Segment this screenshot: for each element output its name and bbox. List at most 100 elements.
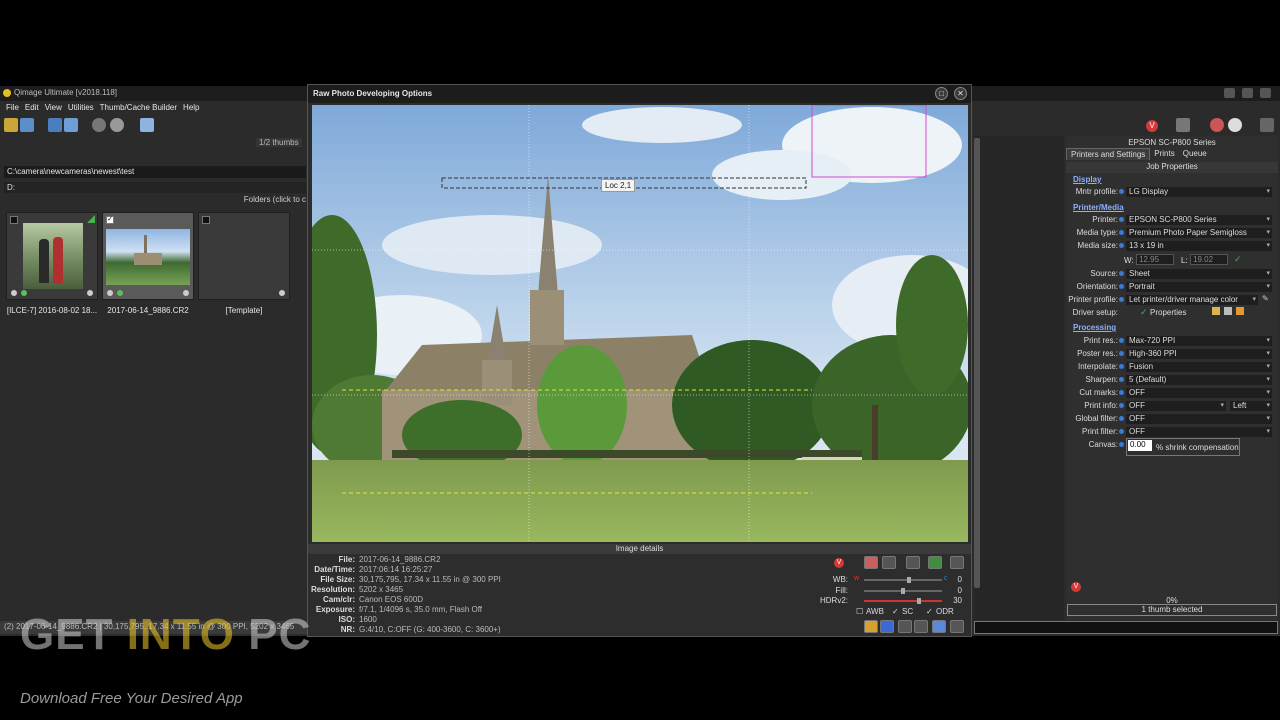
menu-edit[interactable]: Edit xyxy=(19,101,39,115)
iso-label: ISO: xyxy=(338,615,355,624)
options-gear-icon[interactable] xyxy=(914,620,928,633)
clock-icon[interactable] xyxy=(1228,118,1242,132)
auto-icon[interactable] xyxy=(906,556,920,569)
close-window-icon[interactable] xyxy=(1260,88,1271,98)
media-type-select[interactable]: Premium Photo Paper Semigloss xyxy=(1126,228,1272,238)
source-select[interactable]: Sheet xyxy=(1126,269,1272,279)
raw-photo-preview[interactable]: Loc 2,1 xyxy=(312,105,968,542)
printer-profile-select[interactable]: Let printer/driver manage color xyxy=(1126,295,1258,305)
bulb-icon[interactable] xyxy=(1212,307,1220,315)
thumbnail-item-selected[interactable]: ✓ xyxy=(102,212,194,300)
help-icon[interactable] xyxy=(880,620,894,633)
transfer-icon[interactable] xyxy=(64,118,78,132)
thumb-checkbox-checked[interactable]: ✓ xyxy=(106,216,114,224)
poster-res-select[interactable]: High-360 PPI xyxy=(1126,349,1272,359)
drive-selector[interactable]: D: xyxy=(4,182,306,193)
mntr-profile-select[interactable]: LG Display xyxy=(1126,187,1272,197)
flame-icon[interactable] xyxy=(1210,118,1224,132)
restore-icon[interactable]: □ xyxy=(935,87,948,100)
v-badge-icon[interactable]: V xyxy=(834,558,844,568)
odr-label: ODR xyxy=(936,607,954,616)
orientation-select[interactable]: Portrait xyxy=(1126,282,1272,292)
hdrv2-slider-knob[interactable] xyxy=(917,598,922,604)
tab-queue[interactable]: Queue xyxy=(1179,148,1211,160)
thumb-checkbox[interactable] xyxy=(10,216,18,224)
menu-thumb-cache-builder[interactable]: Thumb/Cache Builder xyxy=(94,101,177,115)
options-icon[interactable] xyxy=(183,290,189,296)
eyedropper-icon[interactable] xyxy=(882,556,896,569)
copy-icon[interactable] xyxy=(950,556,964,569)
option-dot-icon xyxy=(1119,230,1124,235)
pointer-tool-icon[interactable] xyxy=(864,556,878,569)
cut-marks-select[interactable]: OFF xyxy=(1126,388,1272,398)
zoom-icon[interactable] xyxy=(932,620,946,633)
hand-icon[interactable] xyxy=(864,620,878,633)
global-filter-label: Global filter: xyxy=(1075,414,1118,423)
v-badge-icon[interactable]: V xyxy=(1071,582,1081,592)
options-icon[interactable] xyxy=(279,290,285,296)
awb-checkbox-icon[interactable]: ☐ xyxy=(856,607,863,616)
tab-printers-and-settings[interactable]: Printers and Settings xyxy=(1066,148,1151,160)
option-dot-icon xyxy=(1119,189,1124,194)
interpolate-select[interactable]: Fusion xyxy=(1126,362,1272,372)
wrench-icon[interactable]: ✎ xyxy=(1262,294,1272,304)
printer-select[interactable]: EPSON SC-P800 Series xyxy=(1126,215,1272,225)
printer-icon[interactable] xyxy=(1176,118,1190,132)
print-info-position-select[interactable]: Left xyxy=(1230,401,1272,411)
save-settings-icon[interactable] xyxy=(1224,307,1232,315)
folder-path-field[interactable]: C:\camera\newcameras\newest\test xyxy=(4,166,306,178)
image-details-panel: File: 2017-06-14_9886.CR2 Date/Time: 201… xyxy=(308,555,608,635)
open-folder-icon[interactable] xyxy=(4,118,18,132)
cut-marks-label: Cut marks: xyxy=(1079,388,1118,397)
option-dot-icon xyxy=(1119,338,1124,343)
global-filter-select[interactable]: OFF xyxy=(1126,414,1272,424)
print-res-select[interactable]: Max-720 PPI xyxy=(1126,336,1272,346)
menu-help[interactable]: Help xyxy=(177,101,199,115)
v-badge-icon[interactable]: V xyxy=(1146,120,1158,132)
options-icon[interactable] xyxy=(87,290,93,296)
width-input[interactable]: 12.95 xyxy=(1136,254,1174,265)
undo-icon[interactable] xyxy=(1236,307,1244,315)
print-filter-select[interactable]: OFF xyxy=(1126,427,1272,437)
sc-checkbox-icon[interactable]: ✓ xyxy=(892,607,899,616)
menu-view[interactable]: View xyxy=(39,101,62,115)
histogram-icon[interactable] xyxy=(928,556,942,569)
tab-prints[interactable]: Prints xyxy=(1150,148,1178,160)
cancel-icon[interactable] xyxy=(950,620,964,633)
thumbnail-item[interactable] xyxy=(6,212,98,300)
print-info-select[interactable]: OFF xyxy=(1126,401,1226,411)
menu-file[interactable]: File xyxy=(0,101,19,115)
properties-button[interactable]: Properties xyxy=(1150,308,1186,317)
watermark-logo: GET INTO PC xyxy=(20,610,311,660)
thumbnail-item-template[interactable] xyxy=(198,212,290,300)
settings-icon[interactable] xyxy=(898,620,912,633)
sharpen-select[interactable]: 5 (Default) xyxy=(1126,375,1272,385)
exit-icon[interactable] xyxy=(1260,118,1274,132)
hdrv2-slider[interactable] xyxy=(864,598,942,604)
thumbnail-label: [ILCE-7] 2016-08-02 18... xyxy=(6,306,98,315)
media-size-select[interactable]: 13 x 19 in xyxy=(1126,241,1272,251)
scrollbar[interactable] xyxy=(974,138,980,588)
check-icon[interactable]: ✓ xyxy=(1234,254,1242,265)
rotate-icon[interactable] xyxy=(92,118,106,132)
thumb-checkbox[interactable] xyxy=(202,216,210,224)
signal-icon xyxy=(87,215,95,223)
close-icon[interactable]: ✕ xyxy=(954,87,967,100)
camera-icon[interactable] xyxy=(48,118,62,132)
fill-slider-knob[interactable] xyxy=(901,588,905,594)
menu-utilities[interactable]: Utilities xyxy=(62,101,94,115)
wb-slider-knob[interactable] xyxy=(906,577,911,583)
canvas-input[interactable]: 0.00 xyxy=(1128,440,1152,451)
maximize-icon[interactable] xyxy=(1242,88,1253,98)
gear-icon[interactable] xyxy=(110,118,124,132)
option-dot-icon xyxy=(1119,351,1124,356)
grid-view-icon[interactable] xyxy=(140,118,154,132)
length-input[interactable]: 19.02 xyxy=(1190,254,1228,265)
save-icon[interactable] xyxy=(20,118,34,132)
fill-slider[interactable] xyxy=(864,588,942,594)
thumb-selected-status: 1 thumb selected xyxy=(1067,604,1277,616)
minimize-icon[interactable] xyxy=(1224,88,1235,98)
odr-checkbox-icon[interactable]: ✓ xyxy=(926,607,933,616)
wb-slider[interactable] xyxy=(864,577,942,583)
media-type-label: Media type: xyxy=(1076,228,1118,237)
